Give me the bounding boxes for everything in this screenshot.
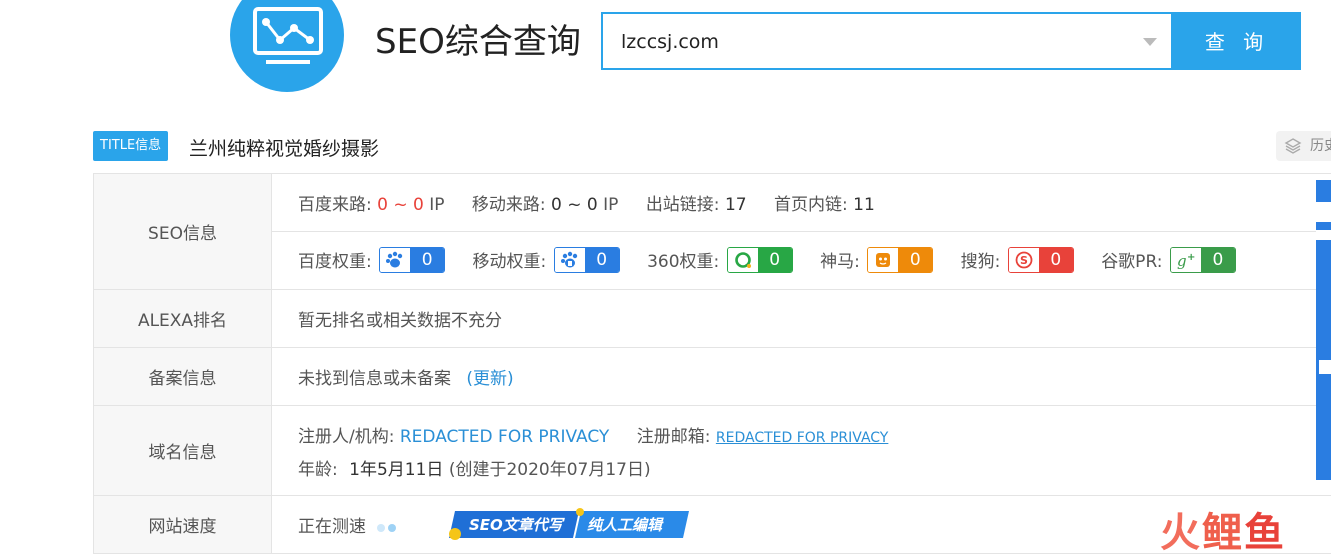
banner-graphic: SEO文章代写 纯人工编辑 [445, 508, 693, 542]
so360-icon [728, 248, 758, 272]
google-pr: 谷歌PR: g + 0 [1101, 247, 1236, 275]
mobile-weight-badge[interactable]: 0 [554, 247, 620, 273]
domain-label: 域名信息 [94, 406, 272, 496]
icp-value: 未找到信息或未备案 [298, 369, 451, 389]
baidu-weight: 百度权重: 0 [298, 247, 445, 275]
shenma-weight: 神马: 0 [820, 247, 933, 275]
sogou-icon: S [1009, 248, 1039, 272]
mobile-traffic: 移动来路: 0 ~ 0 IP [472, 190, 619, 215]
icp-row: 未找到信息或未备案 (更新) [272, 348, 1331, 406]
mobile-traffic-value: 0 ~ 0 [551, 195, 598, 215]
site-logo [230, 0, 344, 92]
side-float-panel[interactable] [1316, 180, 1331, 480]
history-label: 历史 [1310, 131, 1331, 161]
registrant-value[interactable]: REDACTED FOR PRIVACY [400, 427, 609, 447]
layers-icon [1284, 137, 1302, 155]
so360-weight: 360权重: 0 [647, 247, 793, 275]
seo-info-table: SEO信息 百度来路: 0 ~ 0 IP 移动来路: 0 ~ 0 IP 出站链接… [93, 173, 1331, 554]
alexa-label: ALEXA排名 [94, 290, 272, 348]
google-pr-badge[interactable]: g + 0 [1170, 247, 1236, 273]
speed-label: 网站速度 [94, 496, 272, 554]
age-label: 年龄: [298, 460, 338, 480]
inlinks-value: 11 [853, 195, 875, 215]
search-box[interactable] [601, 12, 1173, 70]
chart-monitor-icon [252, 6, 324, 66]
email-value[interactable]: REDACTED FOR PRIVACY [716, 430, 888, 446]
banner-text-b: 纯人工编辑 [587, 516, 664, 534]
title-info-tag: TITLE信息 [93, 131, 168, 161]
weight-row: 百度权重: 0 移动权重: [272, 232, 1331, 290]
page-title: SEO综合查询 [375, 14, 581, 63]
google-plus-icon: g + [1171, 248, 1201, 272]
baidu-traffic-value: 0 ~ 0 [377, 195, 424, 215]
icp-update-link[interactable]: (更新) [466, 369, 513, 389]
site-title-text: 兰州纯粹视觉婚纱摄影 [189, 134, 379, 161]
email-label: 注册邮箱: [637, 427, 711, 447]
svg-text:g: g [1177, 252, 1187, 269]
sogou-weight-badge[interactable]: S 0 [1008, 247, 1074, 273]
svg-text:S: S [1020, 254, 1028, 267]
sogou-weight: 搜狗: S 0 [961, 247, 1074, 275]
shenma-weight-badge[interactable]: 0 [867, 247, 933, 273]
age-value: 1年5月11日 [349, 460, 443, 480]
svg-text:+: + [1187, 252, 1195, 263]
watermark-logo: 火鲤鱼 [1160, 500, 1286, 558]
search-button[interactable]: 查 询 [1173, 12, 1301, 70]
alexa-value: 暂无排名或相关数据不充分 [272, 290, 1331, 348]
banner-text-a: SEO文章代写 [469, 516, 566, 534]
outlinks-value: 17 [725, 195, 747, 215]
seo-info-label: SEO信息 [94, 174, 272, 290]
icp-label: 备案信息 [94, 348, 272, 406]
domain-row: 注册人/机构: REDACTED FOR PRIVACY 注册邮箱: REDAC… [272, 406, 1331, 496]
registrant-label: 注册人/机构: [298, 427, 394, 447]
search-input[interactable] [619, 14, 1123, 70]
created-date: (创建于2020年07月17日) [449, 460, 651, 480]
history-button[interactable]: 历史 [1276, 131, 1331, 161]
traffic-row: 百度来路: 0 ~ 0 IP 移动来路: 0 ~ 0 IP 出站链接: 17 首… [272, 174, 1331, 232]
baidu-weight-badge[interactable]: 0 [379, 247, 445, 273]
inlinks: 首页内链: 11 [774, 190, 875, 215]
so360-weight-badge[interactable]: 0 [727, 247, 793, 273]
seo-writing-banner[interactable]: SEO文章代写 纯人工编辑 [445, 508, 693, 542]
baidu-traffic: 百度来路: 0 ~ 0 IP [298, 190, 445, 215]
outlinks: 出站链接: 17 [646, 190, 747, 215]
shenma-horse-icon [868, 248, 898, 272]
baidu-paw-icon [380, 248, 410, 272]
dropdown-caret-icon[interactable] [1143, 38, 1157, 46]
loading-dots-icon [377, 517, 399, 537]
mobile-weight: 移动权重: 0 [473, 247, 620, 275]
speed-status: 正在测速 [298, 517, 366, 537]
baidu-mobile-paw-icon [555, 248, 585, 272]
